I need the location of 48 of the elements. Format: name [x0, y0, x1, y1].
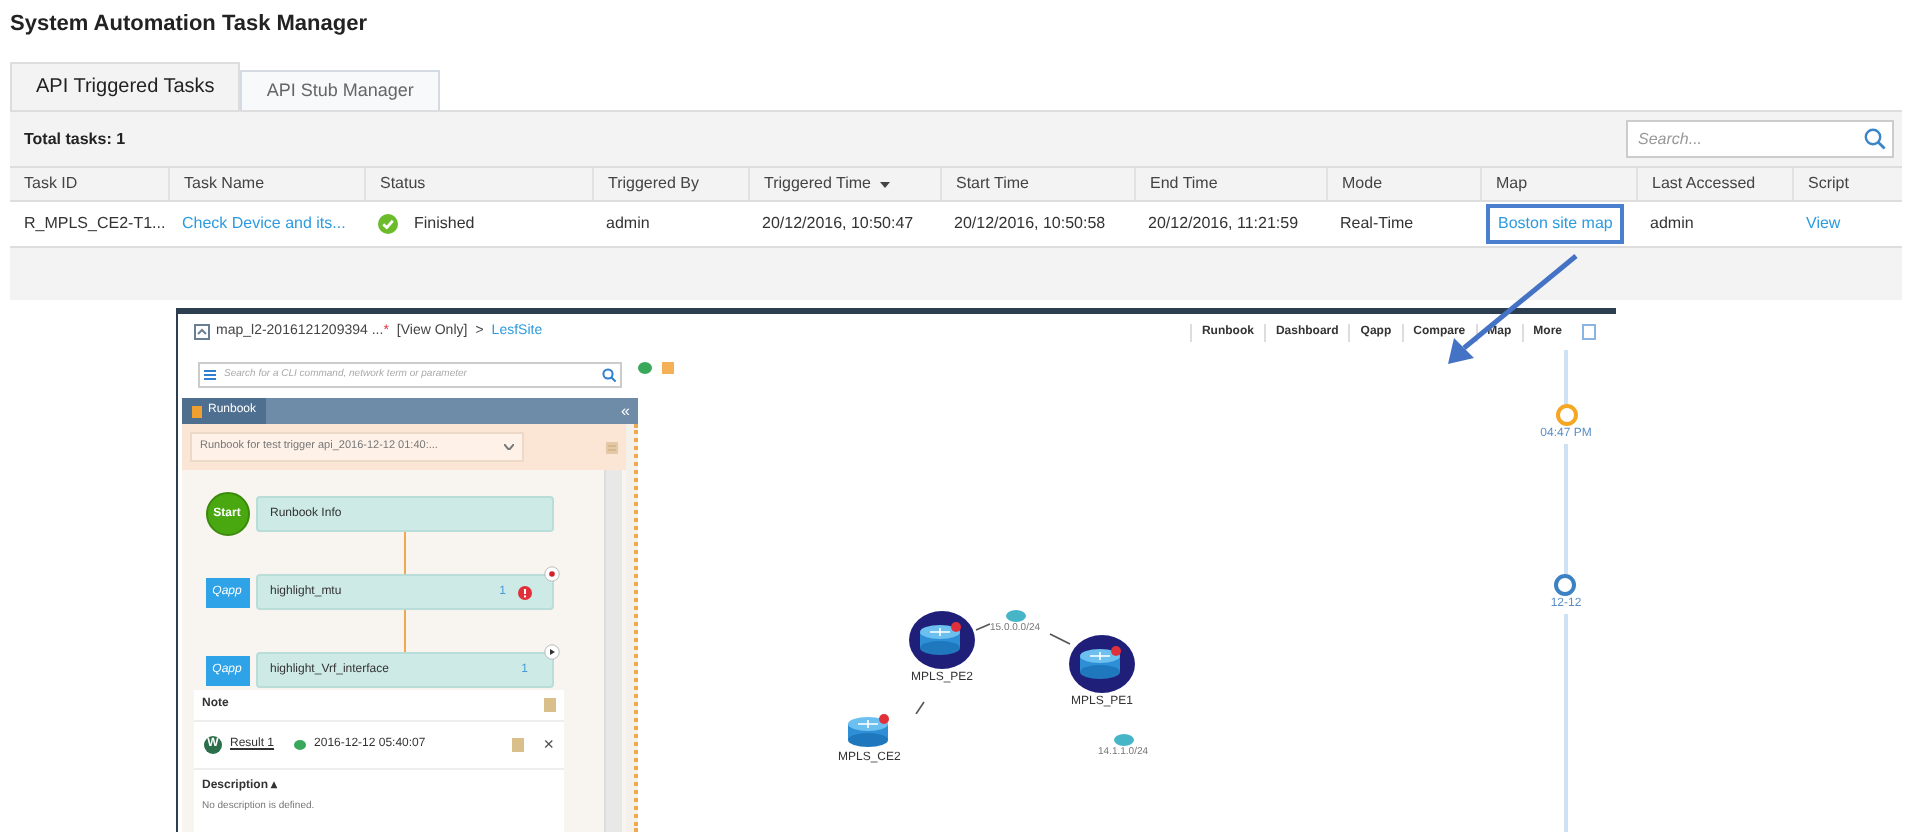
router-icon[interactable] — [1068, 634, 1136, 694]
column-header[interactable]: Last Accessed — [1652, 172, 1756, 196]
column-header[interactable]: Mode — [1342, 172, 1383, 196]
sort-icon[interactable] — [879, 181, 889, 187]
column-header[interactable]: Start Time — [956, 172, 1029, 196]
search-field[interactable]: Search... — [1626, 120, 1894, 158]
table-cell: admin — [1650, 212, 1694, 236]
search-icon[interactable] — [1864, 128, 1886, 150]
subnet-icon[interactable] — [1005, 610, 1026, 622]
table-cell: Real-Time — [1340, 212, 1414, 236]
device-icon — [294, 740, 307, 750]
column-header[interactable]: Task ID — [24, 172, 78, 196]
page-title: System Automation Task Manager — [8, 10, 369, 40]
scrollbar[interactable] — [604, 470, 622, 832]
column-header[interactable]: Status — [380, 172, 426, 196]
check-icon — [378, 214, 398, 234]
menu-icon[interactable] — [204, 369, 216, 379]
link-line — [915, 701, 925, 714]
table-cell: 20/12/2016, 10:50:47 — [762, 212, 914, 236]
column-header[interactable]: Task Name — [184, 172, 265, 196]
table-cell: admin — [606, 212, 650, 236]
router-icon[interactable] — [908, 610, 976, 670]
timeline-marker[interactable] — [1555, 404, 1577, 426]
close-button[interactable]: × — [543, 736, 554, 754]
tab[interactable]: API Stub Manager — [240, 70, 440, 110]
column-header[interactable]: Triggered Time — [764, 172, 871, 196]
column-header[interactable]: Triggered By — [608, 172, 699, 196]
subnet-icon[interactable] — [1113, 734, 1134, 746]
table-cell: R_MPLS_CE2-T1... — [24, 212, 166, 236]
panel-icon[interactable] — [1582, 324, 1596, 340]
table-cell: 20/12/2016, 11:21:59 — [1148, 212, 1299, 236]
book-icon — [192, 405, 202, 417]
column-header[interactable]: Script — [1808, 172, 1849, 196]
search-icon[interactable] — [602, 367, 616, 381]
table-cell: 20/12/2016, 10:50:58 — [954, 212, 1106, 236]
chevron-down-icon[interactable] — [504, 444, 514, 450]
timeline-marker[interactable] — [1554, 574, 1577, 596]
total-tasks: Total tasks: 1 — [24, 127, 126, 151]
link-line — [975, 623, 991, 631]
collapse-button[interactable]: « — [613, 403, 638, 419]
stop-icon[interactable] — [544, 566, 560, 582]
play-icon[interactable] — [544, 644, 560, 660]
link-line — [1049, 633, 1071, 645]
tab[interactable]: API Triggered Tasks — [10, 62, 241, 110]
column-header[interactable]: End Time — [1150, 172, 1218, 196]
device-icon[interactable] — [638, 362, 652, 374]
column-header[interactable]: Map — [1496, 172, 1528, 196]
status-text: Finished — [414, 212, 475, 236]
